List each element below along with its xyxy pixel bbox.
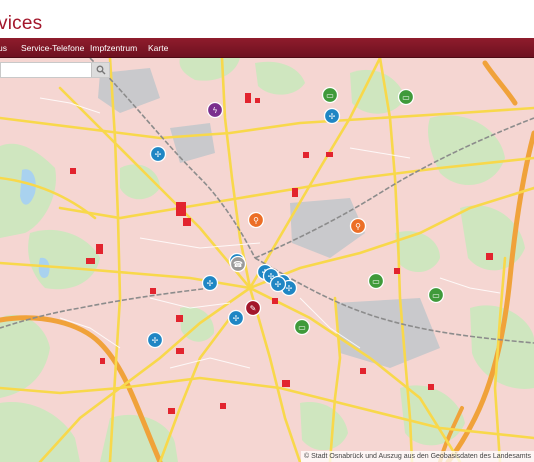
wind-turbine-icon: ✢: [207, 279, 214, 288]
nav-item-services[interactable]: us: [0, 38, 7, 58]
wind-turbine-marker[interactable]: ✢: [323, 107, 341, 125]
nav-item-service-telefone[interactable]: Service-Telefone: [21, 38, 84, 58]
electric-car-charger-icon: ϟ: [212, 106, 217, 115]
site-title: vices: [0, 13, 43, 34]
main-navigation: us Service-Telefone Impfzentrum Karte: [0, 38, 534, 58]
service-telephone-icon: ☎: [233, 260, 243, 269]
electric-car-charger-marker[interactable]: ϟ: [206, 101, 224, 119]
bus-station-icon: ▭: [372, 277, 380, 286]
service-telephone-marker[interactable]: ☎: [229, 255, 247, 273]
bus-station-marker[interactable]: ▭: [293, 318, 311, 336]
wind-turbine-marker[interactable]: ✢: [201, 274, 219, 292]
vaccination-centre-icon: ✎: [250, 304, 257, 313]
wind-turbine-marker[interactable]: ✢: [227, 309, 245, 327]
wind-turbine-icon: ✢: [275, 280, 282, 289]
map-attribution: © Stadt Osnabrück und Auszug aus den Geo…: [301, 451, 534, 462]
bus-station-marker[interactable]: ▭: [367, 272, 385, 290]
wind-turbine-icon: ✢: [152, 336, 159, 345]
map-search[interactable]: [0, 62, 110, 78]
vaccination-centre-marker[interactable]: ✎: [244, 299, 262, 317]
bicycle-rental-marker[interactable]: ⚲: [247, 211, 265, 229]
wind-turbine-icon: ✢: [233, 314, 240, 323]
bus-station-marker[interactable]: ▭: [321, 86, 339, 104]
bicycle-rental-icon: ⚲: [355, 222, 361, 231]
wind-turbine-marker[interactable]: ✢: [146, 331, 164, 349]
wind-turbine-icon: ✢: [155, 150, 162, 159]
bus-station-icon: ▭: [432, 291, 440, 300]
bus-station-icon: ▭: [402, 93, 410, 102]
nav-item-impfzentrum[interactable]: Impfzentrum: [90, 38, 137, 58]
site-header: vices: [0, 0, 534, 38]
map-search-input[interactable]: [1, 63, 91, 77]
bus-station-marker[interactable]: ▭: [427, 286, 445, 304]
bus-station-icon: ▭: [326, 91, 334, 100]
wind-turbine-marker[interactable]: ✢: [269, 275, 287, 293]
nav-item-karte[interactable]: Karte: [148, 38, 168, 58]
map-view[interactable]: ϟ▭▭✢✢⚲⚲✢☎✢✢✢✢✢✢✎✢✢▭▭▭ © Stadt Osnabrück …: [0, 58, 534, 462]
marker-layer[interactable]: ϟ▭▭✢✢⚲⚲✢☎✢✢✢✢✢✢✎✢✢▭▭▭: [0, 58, 534, 462]
bicycle-rental-marker[interactable]: ⚲: [349, 217, 367, 235]
bus-station-marker[interactable]: ▭: [397, 88, 415, 106]
search-icon: [96, 65, 105, 75]
wind-turbine-icon: ✢: [286, 284, 293, 293]
wind-turbine-icon: ✢: [329, 112, 336, 121]
bus-station-icon: ▭: [298, 323, 306, 332]
bicycle-rental-icon: ⚲: [253, 216, 259, 225]
search-button[interactable]: [91, 63, 109, 77]
wind-turbine-marker[interactable]: ✢: [149, 145, 167, 163]
